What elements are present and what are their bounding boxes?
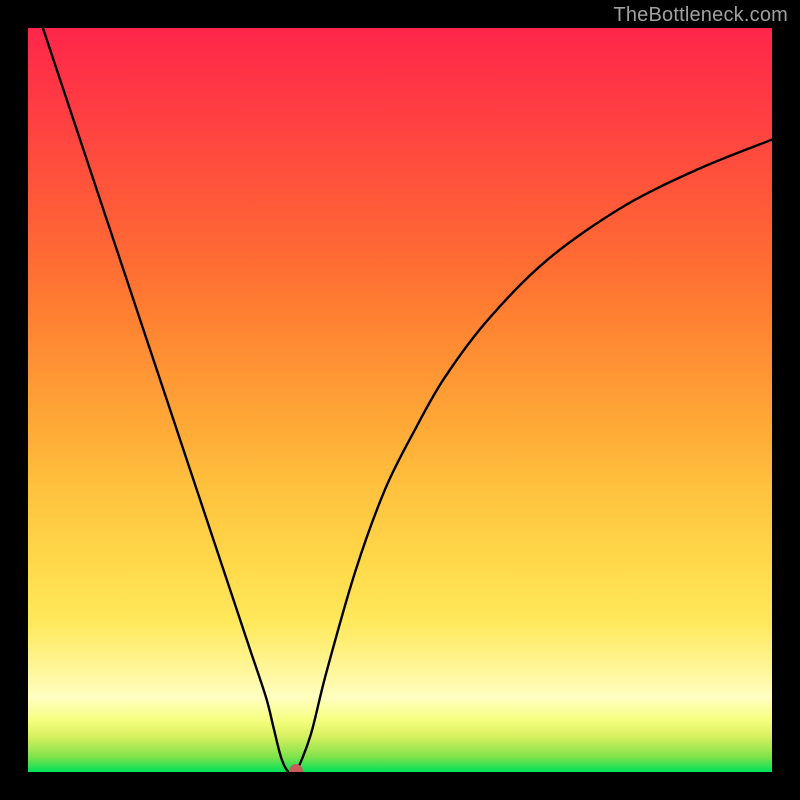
bottleneck-curve	[28, 28, 772, 772]
watermark-text: TheBottleneck.com	[613, 4, 788, 27]
plot-area	[28, 28, 772, 772]
chart-frame: TheBottleneck.com	[0, 0, 800, 800]
